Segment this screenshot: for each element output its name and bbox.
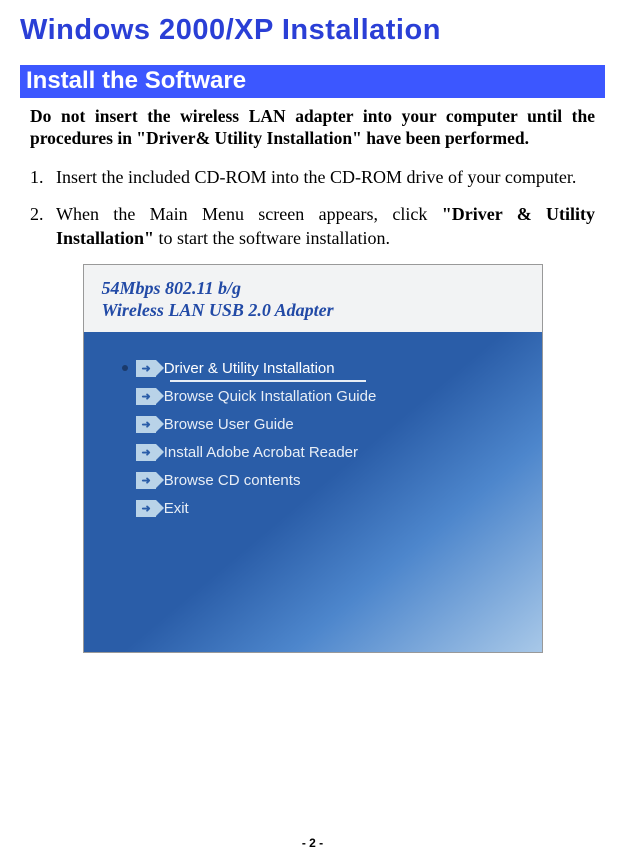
active-underline	[170, 380, 366, 382]
step-text-after: to start the software installation.	[154, 228, 390, 248]
product-title-line2: Wireless LAN USB 2.0 Adapter	[102, 299, 524, 322]
installer-screenshot: 54Mbps 802.11 b/g Wireless LAN USB 2.0 A…	[83, 264, 543, 653]
screenshot-header: 54Mbps 802.11 b/g Wireless LAN USB 2.0 A…	[84, 265, 542, 332]
step-text-before: When the Main Menu screen appears, click	[56, 204, 442, 224]
step-text: Insert the included CD-ROM into the CD-R…	[56, 166, 595, 189]
menu-item-acrobat[interactable]: ➜ Install Adobe Acrobat Reader	[136, 442, 520, 464]
menu-item-driver-install[interactable]: ➜ Driver & Utility Installation	[136, 358, 520, 380]
menu-label: Driver & Utility Installation	[164, 360, 335, 377]
arrow-icon: ➜	[136, 444, 156, 461]
menu-item-quick-guide[interactable]: ➜ Browse Quick Installation Guide	[136, 386, 520, 408]
arrow-icon: ➜	[136, 472, 156, 489]
page-title: Windows 2000/XP Installation	[20, 14, 605, 47]
step-text: When the Main Menu screen appears, click…	[56, 203, 595, 250]
step-list: 1. Insert the included CD-ROM into the C…	[30, 166, 595, 250]
arrow-icon: ➜	[136, 416, 156, 433]
step-item: 2. When the Main Menu screen appears, cl…	[30, 203, 595, 250]
warning-text: Do not insert the wireless LAN adapter i…	[30, 106, 595, 150]
arrow-icon: ➜	[136, 388, 156, 405]
menu-label: Browse User Guide	[164, 416, 294, 433]
section-header: Install the Software	[20, 65, 605, 98]
menu-item-exit[interactable]: ➜ Exit	[136, 498, 520, 520]
screenshot-body: ➜ Driver & Utility Installation ➜ Browse…	[84, 332, 542, 652]
menu-item-user-guide[interactable]: ➜ Browse User Guide	[136, 414, 520, 436]
step-item: 1. Insert the included CD-ROM into the C…	[30, 166, 595, 189]
arrow-icon: ➜	[136, 360, 156, 377]
arrow-icon: ➜	[136, 500, 156, 517]
menu-label: Install Adobe Acrobat Reader	[164, 444, 358, 461]
menu-label: Browse CD contents	[164, 472, 301, 489]
product-title-line1: 54Mbps 802.11 b/g	[102, 277, 524, 300]
menu-label: Exit	[164, 500, 189, 517]
menu-label: Browse Quick Installation Guide	[164, 388, 377, 405]
bullet-decoration	[122, 365, 128, 371]
menu-item-browse-cd[interactable]: ➜ Browse CD contents	[136, 470, 520, 492]
step-number: 1.	[30, 166, 56, 189]
step-number: 2.	[30, 203, 56, 250]
page-number: - 2 -	[0, 836, 625, 850]
